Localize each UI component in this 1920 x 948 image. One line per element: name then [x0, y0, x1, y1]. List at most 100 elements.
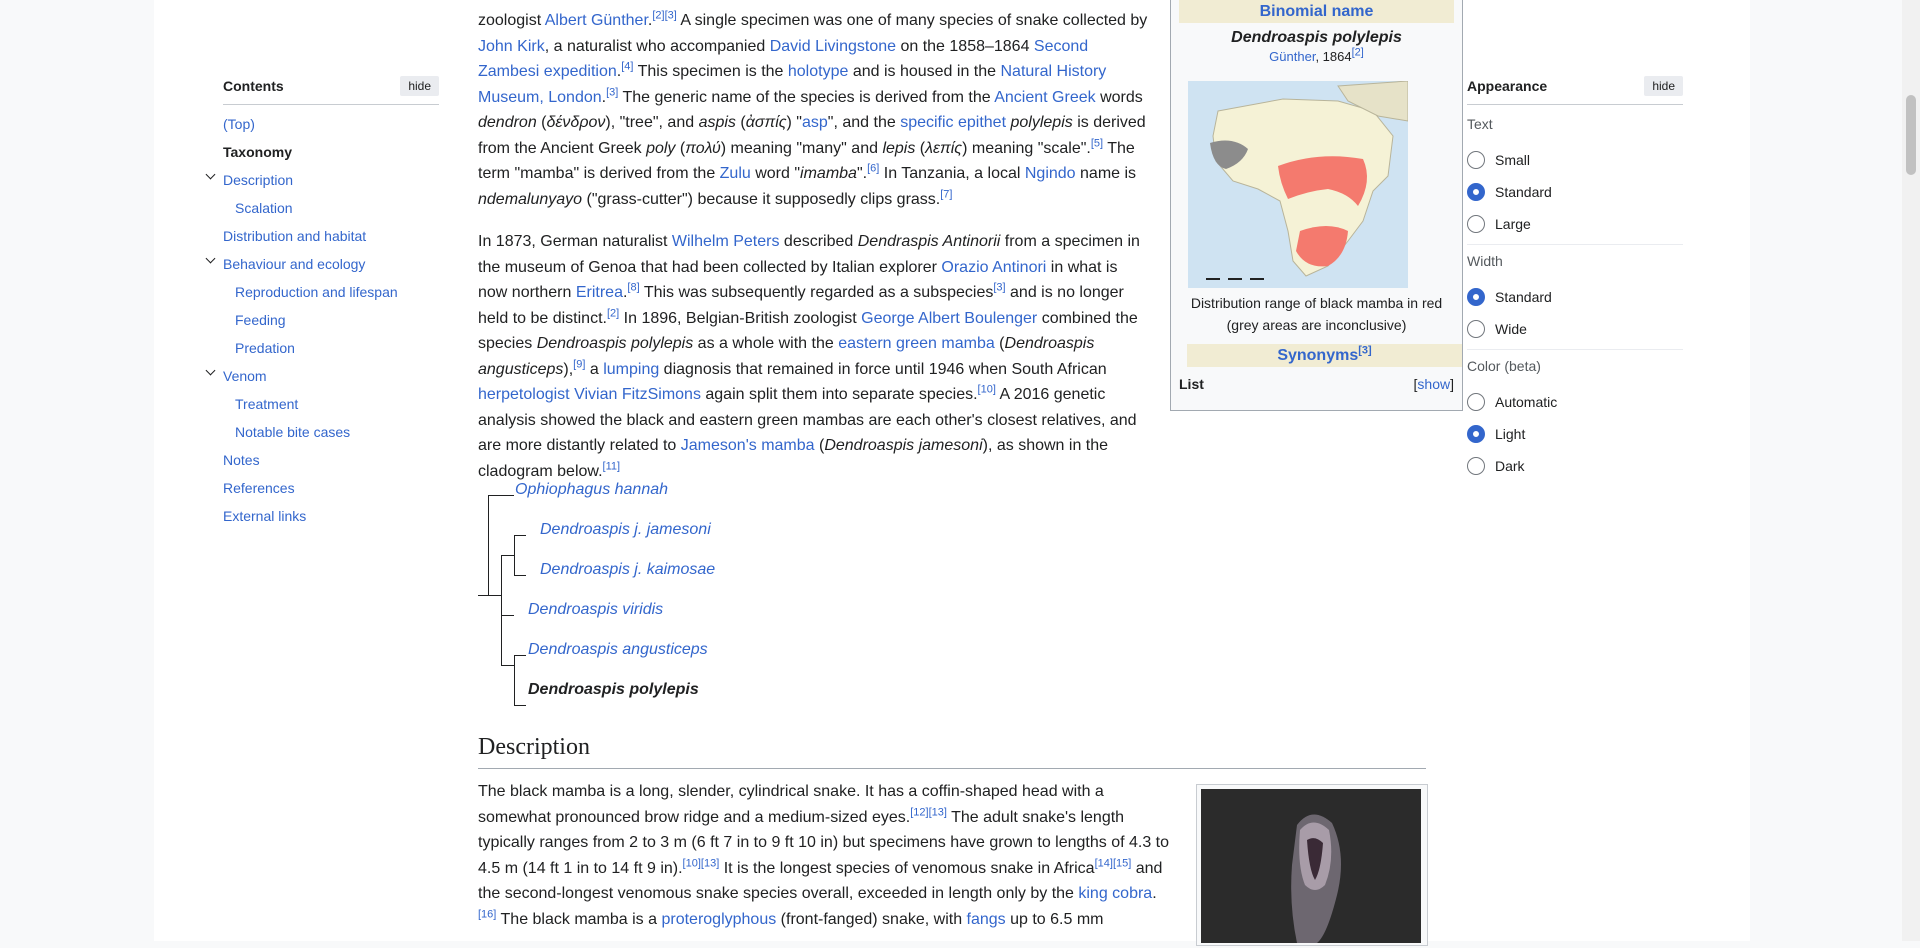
link[interactable]: Eritrea: [576, 284, 623, 301]
link[interactable]: David Livingstone: [770, 38, 896, 55]
citation[interactable]: [15]: [1113, 857, 1131, 869]
toc-item-behaviour[interactable]: Behaviour and ecology: [223, 255, 365, 273]
link[interactable]: king cobra: [1078, 885, 1152, 902]
toc-item-treatment[interactable]: Treatment: [235, 395, 298, 413]
radio-icon[interactable]: [1467, 151, 1485, 169]
radio-selected-icon[interactable]: [1467, 425, 1485, 443]
width-standard[interactable]: Standard: [1467, 288, 1552, 306]
show-link[interactable]: show: [1417, 376, 1450, 392]
clad-line: [514, 575, 526, 576]
toc-hide-button[interactable]: hide: [400, 76, 439, 96]
citation[interactable]: [3]: [1358, 345, 1371, 357]
citation[interactable]: [14]: [1095, 857, 1113, 869]
link[interactable]: Wilhelm Peters: [672, 233, 780, 250]
toc-item-scalation[interactable]: Scalation: [235, 199, 293, 217]
toc-item-feeding[interactable]: Feeding: [235, 311, 286, 329]
toc-item-top[interactable]: (Top): [223, 115, 255, 133]
binomial-name: Dendroaspis polylepis: [1231, 29, 1402, 46]
link[interactable]: proteroglyphous: [661, 911, 776, 928]
link[interactable]: herpetologist: [478, 386, 570, 403]
width-label: Width: [1467, 253, 1503, 269]
chevron-down-icon[interactable]: [206, 367, 214, 375]
citation[interactable]: [2]: [1352, 47, 1364, 59]
color-automatic[interactable]: Automatic: [1467, 393, 1557, 411]
toc-item-reproduction[interactable]: Reproduction and lifespan: [235, 283, 398, 301]
citation[interactable]: [16]: [478, 908, 496, 920]
toc-item-venom[interactable]: Venom: [223, 367, 267, 385]
chevron-down-icon[interactable]: [206, 255, 214, 263]
description-image[interactable]: [1196, 784, 1428, 946]
radio-icon[interactable]: [1467, 457, 1485, 475]
link[interactable]: Zulu: [720, 165, 751, 182]
toc-item-notes[interactable]: Notes: [223, 451, 260, 469]
scrollbar-thumb[interactable]: [1906, 95, 1916, 175]
link[interactable]: lumping: [603, 361, 659, 378]
radio-icon[interactable]: [1467, 320, 1485, 338]
link[interactable]: fangs: [967, 911, 1006, 928]
appearance-panel: Appearance hide Text Small Standard Larg…: [1467, 76, 1683, 475]
citation[interactable]: [6]: [867, 163, 879, 175]
citation[interactable]: [2]: [652, 10, 664, 22]
link[interactable]: John Kirk: [478, 38, 545, 55]
synonyms-toggle[interactable]: [show]: [1414, 376, 1454, 392]
clad-taxon[interactable]: Ophiophagus hannah: [515, 480, 668, 500]
citation[interactable]: [2]: [607, 307, 619, 319]
link[interactable]: eastern green mamba: [838, 335, 995, 352]
binomial-header[interactable]: Binomial name: [1179, 0, 1454, 23]
clad-line: [478, 595, 488, 596]
clad-taxon[interactable]: Dendroaspis j. kaimosae: [540, 560, 715, 580]
link[interactable]: specific epithet: [900, 114, 1006, 131]
synonyms-header[interactable]: Synonyms[3]: [1187, 344, 1462, 367]
link[interactable]: Vivian FitzSimons: [574, 386, 701, 403]
toc-item-description[interactable]: Description: [223, 171, 293, 189]
citation[interactable]: [13]: [701, 857, 719, 869]
citation[interactable]: [3]: [993, 282, 1005, 294]
citation[interactable]: [8]: [627, 282, 639, 294]
citation[interactable]: [3]: [606, 86, 618, 98]
clad-line: [514, 655, 515, 705]
citation[interactable]: [9]: [573, 358, 585, 370]
toc-item-distribution[interactable]: Distribution and habitat: [223, 227, 366, 245]
toc-item-external-links[interactable]: External links: [223, 507, 306, 525]
binomial-authority: Günther, 1864[2]: [1171, 47, 1462, 64]
citation[interactable]: [12]: [910, 806, 928, 818]
link[interactable]: asp: [802, 114, 828, 131]
link[interactable]: Jameson's mamba: [681, 437, 815, 454]
radio-selected-icon[interactable]: [1467, 288, 1485, 306]
text-size-standard[interactable]: Standard: [1467, 183, 1552, 201]
toc-item-taxonomy[interactable]: Taxonomy: [223, 143, 292, 161]
distribution-map[interactable]: [1188, 81, 1408, 288]
clad-taxon[interactable]: Dendroaspis viridis: [528, 600, 663, 620]
color-light[interactable]: Light: [1467, 425, 1525, 443]
toc-item-notable-bites[interactable]: Notable bite cases: [235, 423, 350, 441]
clad-taxon[interactable]: Dendroaspis angusticeps: [528, 640, 708, 660]
radio-selected-icon[interactable]: [1467, 183, 1485, 201]
text-size-small[interactable]: Small: [1467, 151, 1530, 169]
link[interactable]: Ngindo: [1025, 165, 1076, 182]
clad-line: [501, 615, 514, 616]
clad-taxon[interactable]: Dendroaspis j. jamesoni: [540, 520, 711, 540]
width-wide[interactable]: Wide: [1467, 320, 1527, 338]
citation[interactable]: [10]: [683, 857, 701, 869]
taxonomy-paragraph-2: In 1873, German naturalist Wilhelm Peter…: [478, 233, 1140, 480]
link[interactable]: George Albert Boulenger: [861, 310, 1037, 327]
citation[interactable]: [10]: [978, 384, 996, 396]
link[interactable]: holotype: [788, 63, 849, 80]
toc-item-references[interactable]: References: [223, 479, 295, 497]
citation[interactable]: [7]: [940, 188, 952, 200]
link[interactable]: Orazio Antinori: [941, 259, 1046, 276]
color-dark[interactable]: Dark: [1467, 457, 1525, 475]
chevron-down-icon[interactable]: [206, 171, 214, 179]
citation[interactable]: [4]: [621, 61, 633, 73]
text-size-large[interactable]: Large: [1467, 215, 1531, 233]
citation[interactable]: [5]: [1091, 137, 1103, 149]
radio-icon[interactable]: [1467, 215, 1485, 233]
radio-icon[interactable]: [1467, 393, 1485, 411]
toc-item-predation[interactable]: Predation: [235, 339, 295, 357]
authority-link[interactable]: Günther: [1269, 49, 1315, 64]
link[interactable]: Albert Günther: [545, 12, 648, 29]
citation[interactable]: [3]: [665, 10, 677, 22]
appearance-hide-button[interactable]: hide: [1644, 76, 1683, 96]
link[interactable]: Ancient Greek: [994, 89, 1095, 106]
citation[interactable]: [13]: [929, 806, 947, 818]
